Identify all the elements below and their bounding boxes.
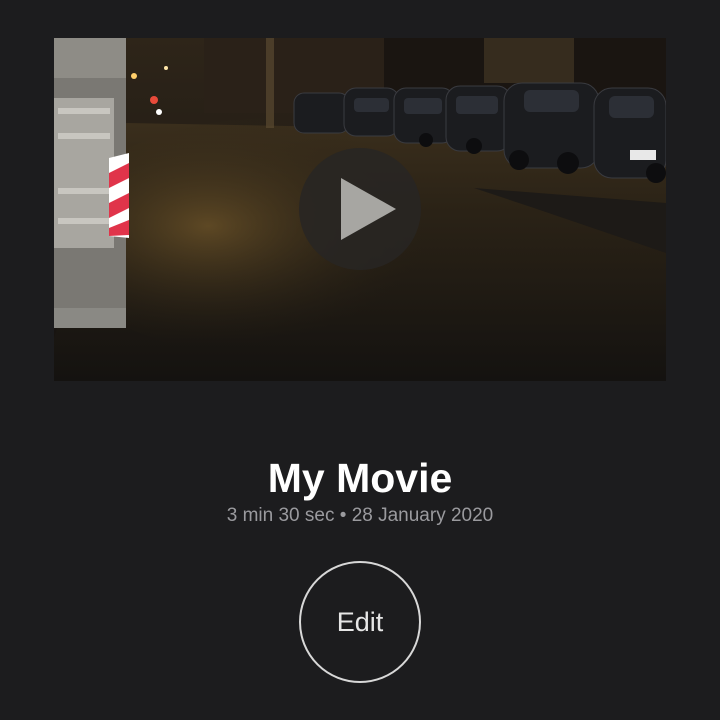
- movie-title: My Movie: [267, 455, 453, 501]
- play-button[interactable]: [299, 148, 421, 270]
- edit-button-label: Edit: [336, 607, 384, 637]
- movie-duration: 3 min 30 sec: [226, 505, 335, 526]
- meta-separator: •: [339, 505, 347, 526]
- edit-button[interactable]: Edit: [299, 561, 421, 683]
- play-icon: [341, 178, 396, 240]
- movie-meta: 3 min 30 sec • 28 January 2020: [0, 503, 720, 529]
- video-thumbnail[interactable]: [54, 38, 666, 381]
- movie-date: 28 January 2020: [351, 505, 494, 526]
